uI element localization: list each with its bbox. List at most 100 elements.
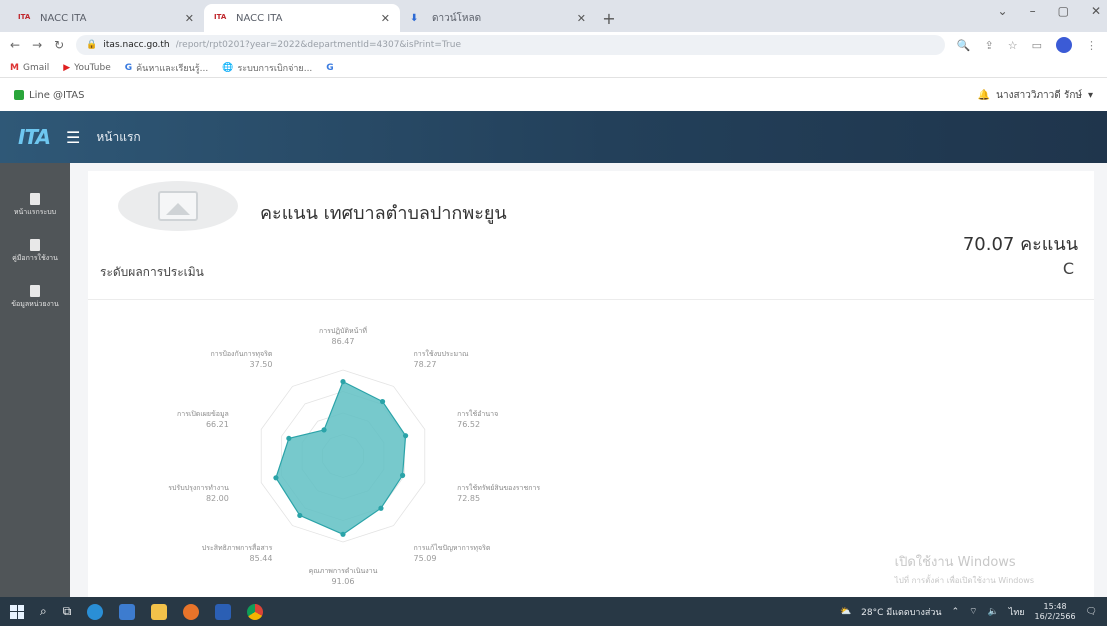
radar-point[interactable] bbox=[286, 435, 292, 442]
radar-value-label: 85.44 bbox=[250, 554, 273, 563]
caret-down-icon: ▾ bbox=[1087, 89, 1093, 101]
tray-expand-icon[interactable]: ⌃ bbox=[952, 607, 960, 617]
hamburger-icon[interactable]: ☰ bbox=[66, 128, 80, 147]
language-indicator[interactable]: ไทย bbox=[1009, 605, 1025, 619]
bookmark-google[interactable]: G bbox=[326, 63, 333, 73]
weather-text[interactable]: 28°C มีแดดบางส่วน bbox=[861, 605, 941, 619]
report-card: คะแนน เทศบาลตำบลปากพะยูน 70.07 คะแนน ระด… bbox=[88, 171, 1094, 597]
url-path: /report/rpt0201?year=2022&departmentId=4… bbox=[175, 40, 461, 50]
close-tab-icon[interactable]: ✕ bbox=[577, 12, 586, 25]
ita-favicon-icon: ITA bbox=[18, 13, 31, 21]
sidepanel-icon[interactable]: ▭ bbox=[1032, 39, 1042, 52]
radar-axis-label: ประสิทธิภาพการสื่อสาร bbox=[202, 543, 273, 552]
image-placeholder-icon bbox=[158, 191, 198, 221]
bookmark-search[interactable]: G ค้นหาและเรียนรู้... bbox=[125, 61, 208, 75]
bell-icon[interactable]: 🔔 bbox=[978, 90, 990, 101]
line-link[interactable]: Line @ITAS bbox=[14, 90, 85, 101]
radar-axis-label: การใช้ทรัพย์สินของราชการ bbox=[457, 483, 540, 492]
edge-icon[interactable] bbox=[87, 603, 104, 620]
forward-icon[interactable]: → bbox=[32, 38, 42, 52]
volume-icon[interactable]: 🔈 bbox=[988, 607, 999, 617]
browser-tab-3[interactable]: ⬇ ดาวน์โหลด ✕ bbox=[400, 4, 596, 32]
windows-start-icon[interactable] bbox=[10, 604, 24, 619]
firefox-icon[interactable] bbox=[183, 603, 200, 620]
bookmark-system[interactable]: 🌐 ระบบการเบิกจ่าย... bbox=[222, 61, 312, 75]
word-icon[interactable] bbox=[215, 603, 232, 620]
radar-point[interactable] bbox=[297, 512, 303, 519]
bookmarks-bar: M Gmail ▶ YouTube G ค้นหาและเรียนรู้... 🌐 ระ… bbox=[0, 58, 1107, 78]
main-content: คะแนน เทศบาลตำบลปากพะยูน 70.07 คะแนน ระด… bbox=[70, 163, 1107, 597]
url-host: itas.nacc.go.th bbox=[103, 40, 170, 50]
notification-icon[interactable]: 🗨 bbox=[1086, 607, 1097, 617]
radar-axis-label: การใช้งบประมาณ bbox=[414, 349, 469, 358]
new-tab-button[interactable]: + bbox=[596, 4, 622, 32]
radar-point[interactable] bbox=[340, 531, 346, 537]
minimize-icon[interactable]: – bbox=[1030, 4, 1036, 18]
reload-icon[interactable]: ↻ bbox=[54, 38, 64, 52]
sidebar-item-manual[interactable]: คู่มือการใช้งาน bbox=[3, 239, 67, 263]
weather-icon: ⛅ bbox=[839, 606, 852, 617]
line-icon bbox=[14, 90, 24, 100]
radar-point[interactable] bbox=[340, 379, 346, 385]
system-tray: ⛅ 28°C มีแดดบางส่วน ⌃ ⌔ 🔈 ไทย 15:48 16/2… bbox=[840, 602, 1097, 622]
maximize-icon[interactable]: ▢ bbox=[1058, 4, 1069, 18]
gmail-icon: M bbox=[10, 62, 19, 73]
evaluation-level-label: ระดับผลการประเมิน bbox=[100, 265, 204, 279]
nav-home-link[interactable]: หน้าแรก bbox=[96, 128, 140, 147]
ita-logo[interactable]: ITA bbox=[18, 125, 51, 149]
user-name: นางสาววิภาวดี รักษ์ bbox=[996, 89, 1082, 101]
sidebar-item-department[interactable]: ข้อมูลหน่วยงาน bbox=[3, 285, 67, 309]
clock[interactable]: 15:48 16/2/2566 bbox=[1035, 602, 1076, 622]
radar-value-label: 66.21 bbox=[206, 420, 229, 429]
close-tab-icon[interactable]: ✕ bbox=[185, 12, 194, 25]
radar-point[interactable] bbox=[378, 505, 384, 511]
radar-value-label: 37.50 bbox=[250, 360, 273, 369]
radar-value-label: 82.00 bbox=[206, 494, 229, 503]
radar-value-label: 76.52 bbox=[457, 420, 480, 429]
user-menu[interactable]: 🔔 นางสาววิภาวดี รักษ์ ▾ bbox=[978, 88, 1093, 103]
close-tab-icon[interactable]: ✕ bbox=[381, 12, 390, 25]
bookmark-youtube[interactable]: ▶ YouTube bbox=[63, 63, 111, 73]
url-input[interactable]: 🔒 itas.nacc.go.th /report/rpt0201?year=2… bbox=[76, 35, 945, 55]
tab-search-icon[interactable]: ⌄ bbox=[998, 4, 1008, 18]
chrome-icon[interactable] bbox=[247, 603, 264, 620]
browser-tab-2[interactable]: ITA NACC ITA ✕ bbox=[204, 4, 400, 32]
search-icon[interactable]: ⌕ bbox=[40, 604, 47, 619]
close-window-icon[interactable]: ✕ bbox=[1091, 4, 1101, 18]
share-icon[interactable]: ⇪ bbox=[985, 39, 994, 52]
tab-title: NACC ITA bbox=[40, 12, 87, 24]
profile-avatar[interactable] bbox=[1056, 37, 1072, 53]
radar-axis-label: การเปิดเผยข้อมูล bbox=[177, 410, 229, 418]
tab-title: NACC ITA bbox=[236, 12, 283, 24]
main-navbar: ITA ☰ หน้าแรก bbox=[0, 111, 1107, 163]
back-icon[interactable]: ← bbox=[10, 38, 20, 52]
radar-value-label: 72.85 bbox=[457, 494, 480, 503]
browser-tab-1[interactable]: ITA NACC ITA ✕ bbox=[8, 4, 204, 32]
store-icon[interactable] bbox=[119, 603, 136, 620]
radar-point[interactable] bbox=[379, 398, 386, 405]
address-bar: ← → ↻ 🔒 itas.nacc.go.th /report/rpt0201?… bbox=[0, 32, 1107, 58]
radar-value-label: 91.06 bbox=[332, 577, 355, 586]
radar-point[interactable] bbox=[399, 472, 406, 478]
radar-value-label: 78.27 bbox=[414, 360, 437, 369]
ita-favicon-icon: ITA bbox=[214, 13, 227, 21]
radar-point[interactable] bbox=[321, 427, 327, 433]
file-explorer-icon[interactable] bbox=[151, 603, 168, 620]
divider bbox=[88, 299, 1094, 300]
radar-point[interactable] bbox=[402, 433, 409, 439]
star-icon[interactable]: ☆ bbox=[1008, 39, 1018, 52]
zoom-icon[interactable]: 🔍 bbox=[957, 39, 971, 52]
tab-title: ดาวน์โหลด bbox=[432, 12, 482, 24]
radar-axis-label: การแก้ไขปัญหาการทุจริต bbox=[414, 543, 491, 552]
task-view-icon[interactable]: ⧉ bbox=[63, 604, 72, 619]
evaluation-grade: C bbox=[1062, 259, 1074, 278]
app-topbar: Line @ITAS 🔔 นางสาววิภาวดี รักษ์ ▾ bbox=[0, 82, 1107, 108]
network-icon[interactable]: ⌔ bbox=[969, 606, 977, 617]
sidebar-item-home[interactable]: หน้าแรกระบบ bbox=[3, 193, 67, 217]
bookmark-gmail[interactable]: M Gmail bbox=[10, 63, 49, 73]
window-controls: ⌄ – ▢ ✕ bbox=[998, 4, 1101, 18]
menu-icon[interactable]: ⋮ bbox=[1086, 39, 1097, 52]
radar-point[interactable] bbox=[273, 475, 279, 481]
browser-tab-strip: ITA NACC ITA ✕ ITA NACC ITA ✕ ⬇ ดาวน์โหล… bbox=[0, 0, 1107, 32]
youtube-icon: ▶ bbox=[63, 62, 71, 73]
